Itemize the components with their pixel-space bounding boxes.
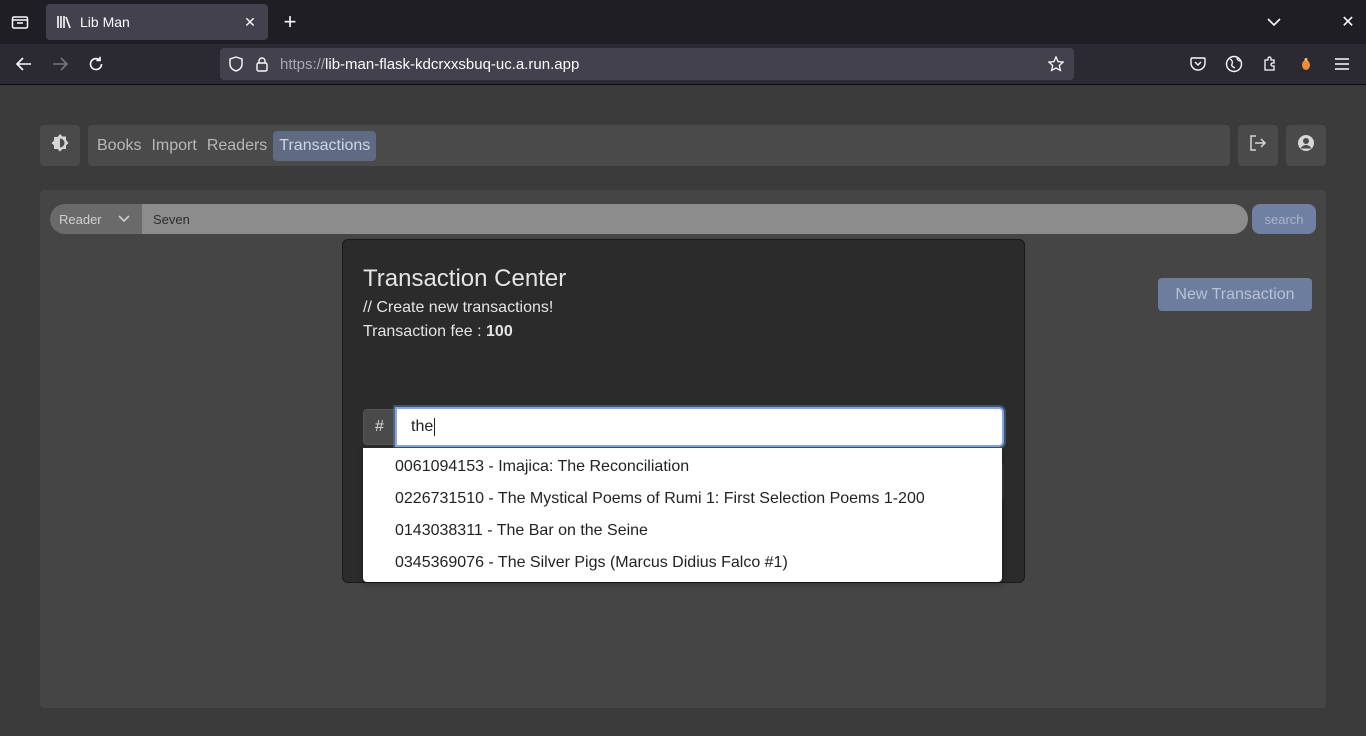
library-icon	[56, 14, 72, 30]
text-caret	[434, 418, 436, 436]
transaction-fee: Transaction fee : 100	[363, 323, 513, 341]
search-filter-value: Reader	[59, 211, 102, 227]
suggestion-item[interactable]: 0061094153 - Imajica: The Reconciliation	[395, 458, 689, 476]
logout-button[interactable]	[1238, 125, 1278, 166]
suggestion-item[interactable]: 0226731510 - The Mystical Poems of Rumi …	[395, 490, 925, 508]
shield-icon[interactable]	[226, 54, 246, 74]
menu-item-books[interactable]: Books	[93, 131, 145, 161]
menu-item-transactions[interactable]: Transactions	[273, 130, 377, 161]
menu-item-import[interactable]: Import	[147, 131, 200, 161]
browser-tab-bar: Lib Man ✕ + ✕	[0, 0, 1366, 44]
reload-icon[interactable]	[84, 52, 108, 76]
autocomplete-dropdown: 0061094153 - Imajica: The Reconciliation…	[363, 448, 1002, 582]
window-close-icon[interactable]: ✕	[1336, 10, 1360, 34]
new-transaction-button[interactable]: New Transaction	[1158, 278, 1312, 311]
lock-icon[interactable]	[254, 54, 270, 74]
profile-button[interactable]	[1286, 125, 1326, 166]
browser-tab[interactable]: Lib Man ✕	[46, 4, 268, 40]
isbn-prefix: #	[363, 409, 396, 445]
search-button[interactable]: search	[1252, 204, 1316, 234]
browser-nav-bar: https://lib-man-flask-kdcrxxsbuq-uc.a.ru…	[0, 44, 1366, 85]
theme-toggle-button[interactable]	[40, 125, 80, 166]
bookmark-star-icon[interactable]	[1044, 52, 1068, 76]
suggestion-item[interactable]: 0143038311 - The Bar on the Seine	[395, 522, 648, 540]
isbn-input-value: the	[411, 418, 434, 435]
hamburger-menu-icon[interactable]	[1330, 52, 1354, 76]
url-text: https://lib-man-flask-kdcrxxsbuq-uc.a.ru…	[280, 56, 1044, 73]
isbn-search-input[interactable]: the	[395, 407, 1004, 447]
url-host: lib-man-flask-kdcrxxsbuq-uc.a.run.app	[325, 55, 580, 73]
menu-item-readers[interactable]: Readers	[203, 131, 271, 161]
pocket-icon[interactable]	[1186, 52, 1210, 76]
modal-title: Transaction Center	[363, 265, 567, 292]
url-bar[interactable]: https://lib-man-flask-kdcrxxsbuq-uc.a.ru…	[220, 48, 1074, 80]
extensions-icon[interactable]	[1258, 52, 1282, 76]
close-tab-icon[interactable]: ✕	[238, 10, 262, 34]
theme-toggle-icon	[50, 133, 70, 158]
back-arrow-icon[interactable]	[12, 52, 36, 76]
search-bar: Reader Seven	[50, 204, 1248, 234]
search-input[interactable]: Seven	[142, 204, 1248, 234]
user-circle-icon	[1297, 134, 1315, 157]
new-tab-icon[interactable]: +	[278, 9, 302, 34]
extension-status-icon[interactable]	[1294, 52, 1318, 76]
fee-label: Transaction fee :	[363, 323, 487, 340]
chevron-down-icon	[118, 212, 130, 227]
tab-list-icon[interactable]	[8, 10, 32, 34]
search-filter-select[interactable]: Reader	[50, 204, 142, 234]
fee-value: 100	[486, 323, 513, 340]
forward-arrow-icon[interactable]	[48, 52, 72, 76]
modal-subtitle: // Create new transactions!	[363, 299, 554, 316]
url-scheme: https://	[280, 55, 326, 73]
main-menu: Books Import Readers Transactions	[88, 125, 1230, 166]
logout-icon	[1249, 135, 1267, 156]
tab-title: Lib Man	[80, 14, 130, 30]
search-input-value: Seven	[153, 211, 190, 227]
suggestion-item[interactable]: 0345369076 - The Silver Pigs (Marcus Did…	[395, 554, 788, 572]
chevron-down-icon[interactable]	[1262, 10, 1286, 34]
vpn-globe-icon[interactable]	[1222, 52, 1246, 76]
